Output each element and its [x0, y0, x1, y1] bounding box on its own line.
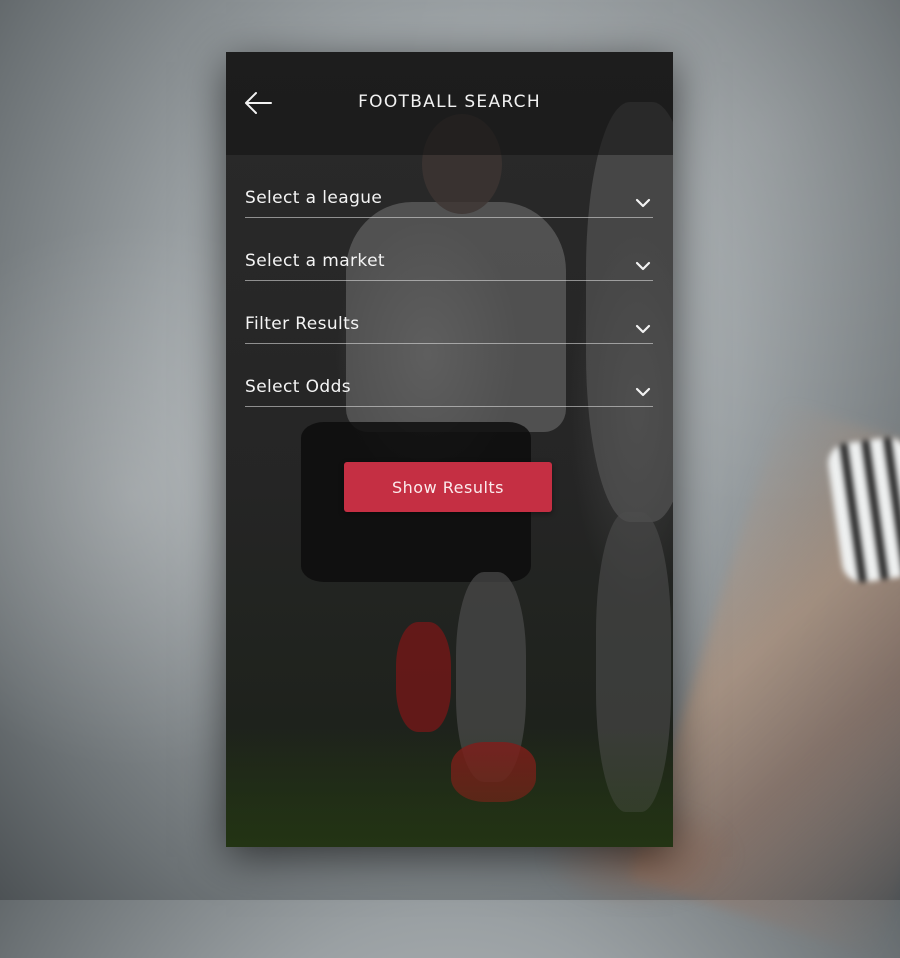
chevron-down-icon — [635, 382, 651, 397]
app-header: FOOTBALL SEARCH — [226, 52, 673, 155]
filter-label: Select a market — [245, 251, 385, 271]
filter-list: Select a league Select a market Filter R… — [245, 155, 653, 407]
phone-screen: FOOTBALL SEARCH Select a league Select a… — [226, 52, 673, 847]
chevron-down-icon — [635, 256, 651, 271]
show-results-button[interactable]: Show Results — [344, 462, 552, 512]
select-market-dropdown[interactable]: Select a market — [245, 218, 653, 281]
filter-label: Select a league — [245, 188, 383, 208]
filter-label: Select Odds — [245, 377, 352, 397]
filter-label: Filter Results — [245, 314, 360, 334]
filter-results-dropdown[interactable]: Filter Results — [245, 281, 653, 344]
chevron-down-icon — [635, 193, 651, 208]
select-league-dropdown[interactable]: Select a league — [245, 155, 653, 218]
background-player-boot — [396, 622, 451, 732]
background-grass — [226, 727, 673, 847]
select-odds-dropdown[interactable]: Select Odds — [245, 344, 653, 407]
chevron-down-icon — [635, 319, 651, 334]
page-title: FOOTBALL SEARCH — [358, 92, 541, 112]
